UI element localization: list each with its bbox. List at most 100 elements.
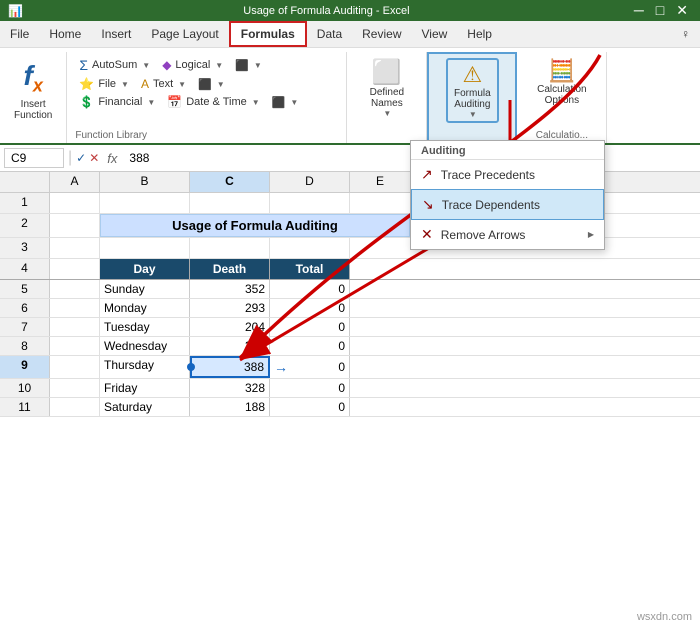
trace-dependents-item[interactable]: ↘ Trace Dependents (411, 189, 604, 220)
cell-death-header[interactable]: Death (190, 259, 270, 279)
row-num-1: 1 (0, 193, 50, 213)
formula-check-icon[interactable]: ✓ (76, 151, 86, 165)
cell-death-9[interactable]: 388 → (190, 356, 270, 378)
menu-view[interactable]: View (412, 23, 458, 45)
row-num-8: 8 (0, 337, 50, 355)
window-title: Usage of Formula Auditing - Excel (23, 5, 630, 17)
row-num-9: 9 (0, 356, 50, 378)
cell-day-5[interactable]: Sunday (100, 280, 190, 298)
cell-total-header[interactable]: Total (270, 259, 350, 279)
cell-b3[interactable] (100, 238, 190, 258)
cell-day-11[interactable]: Saturday (100, 398, 190, 416)
remove-arrows-item[interactable]: ✕ Remove Arrows ▶ (411, 220, 604, 249)
row-num-10: 10 (0, 379, 50, 397)
cell-a9[interactable] (50, 356, 100, 378)
cell-total-11[interactable]: 0 (270, 398, 350, 416)
defined-names-button[interactable]: ⬜ DefinedNames ▼ (362, 56, 412, 120)
cell-a6[interactable] (50, 299, 100, 317)
recently-used-button[interactable]: ⭐ File ▼ (75, 76, 133, 92)
cell-a5[interactable] (50, 280, 100, 298)
cell-d1[interactable] (270, 193, 350, 213)
cell-day-7[interactable]: Tuesday (100, 318, 190, 336)
cell-a11[interactable] (50, 398, 100, 416)
financial-button[interactable]: 💲 Financial ▼ (75, 94, 159, 110)
cell-a4[interactable] (50, 259, 100, 279)
cell-a8[interactable] (50, 337, 100, 355)
col-header-b[interactable]: B (100, 172, 190, 192)
table-row: 9 Thursday 388 → 0 (0, 356, 700, 379)
cell-total-8[interactable]: 0 (270, 337, 350, 355)
cell-e11[interactable] (350, 398, 410, 416)
menu-formulas[interactable]: Formulas (229, 21, 307, 47)
maximize-button[interactable]: □ (652, 2, 668, 19)
cell-a7[interactable] (50, 318, 100, 336)
cell-e3[interactable] (350, 238, 410, 258)
cell-a2[interactable] (50, 214, 100, 237)
ribbon: fx InsertFunction Σ AutoSum ▼ ◆ Logical … (0, 48, 700, 145)
cell-a1[interactable] (50, 193, 100, 213)
menu-extra[interactable]: ♀ (671, 23, 700, 45)
formula-auditing-button[interactable]: ⚠ FormulaAuditing ▼ (446, 58, 499, 123)
cell-death-5[interactable]: 352 (190, 280, 270, 298)
more-button-3[interactable]: ⬛ ▼ (268, 94, 303, 110)
more-button-2[interactable]: ⬛ ▼ (194, 76, 229, 92)
logical-button[interactable]: ◆ Logical ▼ (158, 56, 227, 74)
trace-precedents-item[interactable]: ↗ Trace Precedents (411, 160, 604, 189)
cell-e6[interactable] (350, 299, 410, 317)
menu-help[interactable]: Help (457, 23, 502, 45)
cell-death-10[interactable]: 328 (190, 379, 270, 397)
cell-e4[interactable] (350, 259, 410, 279)
cell-total-6[interactable]: 0 (270, 299, 350, 317)
col-header-e[interactable]: E (350, 172, 410, 192)
col-header-a[interactable]: A (50, 172, 100, 192)
cell-reference-input[interactable] (4, 148, 64, 168)
cell-day-10[interactable]: Friday (100, 379, 190, 397)
more-button-1[interactable]: ⬛ ▼ (231, 56, 266, 74)
defined-names-dropdown-arrow: ▼ (383, 109, 391, 118)
text-button[interactable]: A Text ▼ (137, 76, 190, 92)
cell-day-6[interactable]: Monday (100, 299, 190, 317)
menu-data[interactable]: Data (307, 23, 352, 45)
formula-cancel-icon[interactable]: ✕ (89, 151, 99, 165)
menu-file[interactable]: File (0, 23, 39, 45)
cell-title[interactable]: Usage of Formula Auditing (100, 214, 410, 237)
menu-page-layout[interactable]: Page Layout (141, 23, 228, 45)
cell-d3[interactable] (270, 238, 350, 258)
cell-c1[interactable] (190, 193, 270, 213)
autosum-button[interactable]: Σ AutoSum ▼ (75, 56, 154, 74)
recently-used-icon: ⭐ (79, 77, 94, 91)
cell-total-10[interactable]: 0 (270, 379, 350, 397)
cell-c3[interactable] (190, 238, 270, 258)
cell-b1[interactable] (100, 193, 190, 213)
cell-death-8[interactable]: 349 (190, 337, 270, 355)
menu-home[interactable]: Home (39, 23, 91, 45)
col-header-d[interactable]: D (270, 172, 350, 192)
cell-e7[interactable] (350, 318, 410, 336)
menu-insert[interactable]: Insert (91, 23, 141, 45)
cell-day-8[interactable]: Wednesday (100, 337, 190, 355)
cell-total-5[interactable]: 0 (270, 280, 350, 298)
col-header-c[interactable]: C (190, 172, 270, 192)
cell-e8[interactable] (350, 337, 410, 355)
cell-day-header[interactable]: Day (100, 259, 190, 279)
cell-day-9[interactable]: Thursday (100, 356, 190, 378)
cell-death-6[interactable]: 293 (190, 299, 270, 317)
cell-e5[interactable] (350, 280, 410, 298)
formula-bar-divider: | (68, 149, 72, 167)
close-button[interactable]: ✕ (672, 2, 692, 19)
insert-function-button[interactable]: fx InsertFunction (8, 58, 58, 123)
cell-death-7[interactable]: 204 (190, 318, 270, 336)
calculation-options-icon: 🧮 (548, 58, 575, 84)
cell-a3[interactable] (50, 238, 100, 258)
cell-death-11[interactable]: 188 (190, 398, 270, 416)
menu-review[interactable]: Review (352, 23, 411, 45)
minimize-button[interactable]: ─ (630, 2, 648, 19)
cell-a10[interactable] (50, 379, 100, 397)
cell-total-7[interactable]: 0 (270, 318, 350, 336)
calculation-options-button[interactable]: 🧮 CalculationOptions (531, 56, 592, 108)
cell-e9[interactable] (350, 356, 410, 378)
cell-e10[interactable] (350, 379, 410, 397)
date-time-button[interactable]: 📅 Date & Time ▼ (163, 94, 263, 110)
cell-e1[interactable] (350, 193, 410, 213)
insert-function-group: fx InsertFunction (0, 52, 67, 143)
